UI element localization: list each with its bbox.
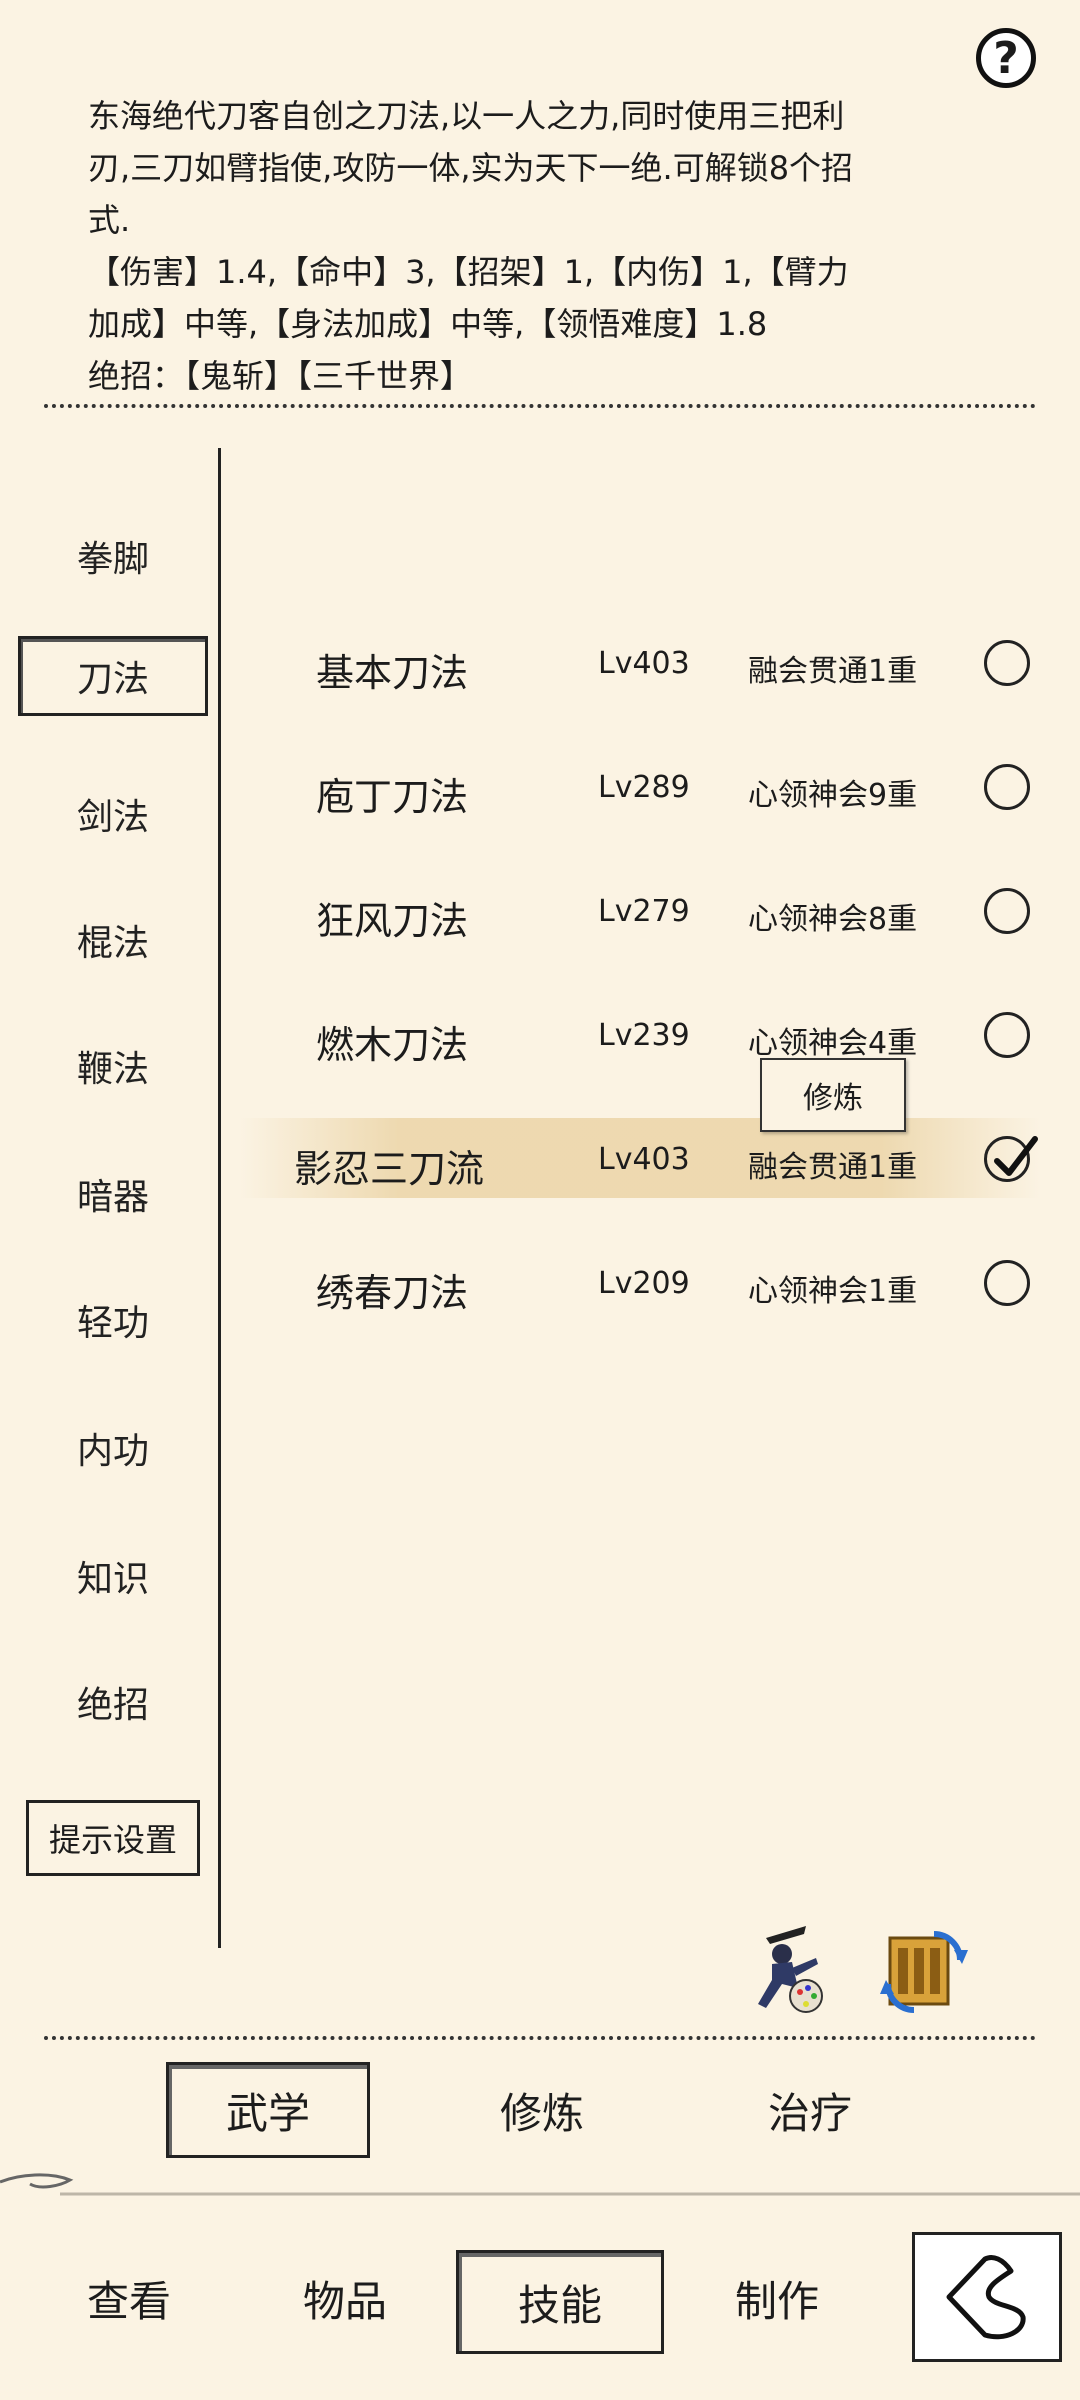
skill-radio[interactable] [984, 1260, 1030, 1306]
description-line: 东海绝代刀客自创之刀法,以一人之力,同时使用三把利 [88, 97, 845, 135]
nav-items[interactable]: 物品 [260, 2250, 430, 2346]
skill-realm: 心领神会8重 [748, 902, 918, 937]
divider-dotted-bottom [44, 2036, 1036, 2040]
category-sword[interactable]: 剑法 [18, 774, 208, 854]
category-lightness[interactable]: 轻功 [18, 1280, 208, 1360]
skill-radio[interactable] [984, 640, 1030, 686]
back-button[interactable] [912, 2232, 1062, 2362]
skill-realm: 融会贯通1重 [748, 1150, 918, 1185]
help-button[interactable]: ? [976, 28, 1036, 88]
checkmark-icon [994, 1136, 1038, 1176]
skill-row[interactable]: 狂风刀法 Lv279 心领神会8重 [240, 870, 1040, 950]
skill-level: Lv403 [598, 1142, 690, 1177]
skill-row[interactable]: 庖丁刀法 Lv289 心领神会9重 [240, 746, 1040, 826]
skill-level: Lv209 [598, 1266, 690, 1301]
skill-level: Lv239 [598, 1018, 690, 1053]
skill-radio-checked[interactable] [984, 1136, 1038, 1182]
skill-name: 影忍三刀流 [294, 1147, 485, 1191]
category-staff[interactable]: 棍法 [18, 900, 208, 980]
ninja-paint-icon[interactable] [736, 1918, 836, 2018]
category-hidden-weapon[interactable]: 暗器 [18, 1154, 208, 1234]
tab-heal[interactable]: 治疗 [708, 2062, 912, 2158]
skill-name: 基本刀法 [316, 651, 469, 695]
category-fist[interactable]: 拳脚 [18, 516, 208, 596]
practice-popup-button[interactable]: 修炼 [760, 1058, 906, 1132]
skill-realm: 心领神会4重 [748, 1026, 918, 1061]
nav-craft[interactable]: 制作 [692, 2250, 862, 2346]
skill-row[interactable]: 燃木刀法 Lv239 心领神会4重 [240, 994, 1040, 1074]
skill-realm: 心领神会9重 [748, 778, 918, 813]
skill-name: 绣春刀法 [316, 1271, 469, 1315]
category-knowledge[interactable]: 知识 [18, 1536, 208, 1616]
brush-divider [0, 2173, 1080, 2196]
skill-realm: 心领神会1重 [748, 1274, 918, 1309]
nav-view[interactable]: 查看 [44, 2250, 214, 2346]
tab-martial[interactable]: 武学 [166, 2062, 370, 2158]
back-arrow-icon [946, 2255, 1026, 2340]
category-ultimate[interactable]: 绝招 [18, 1662, 208, 1742]
skill-row-selected[interactable]: 影忍三刀流 Lv403 融会贯通1重 [240, 1118, 1040, 1198]
divider-dotted-top [44, 404, 1036, 408]
description-line: 式. [88, 201, 131, 239]
skill-row[interactable]: 绣春刀法 Lv209 心领神会1重 [240, 1242, 1040, 1322]
description-line: 刃,三刀如臂指使,攻防一体,实为天下一绝.可解锁8个招 [88, 149, 854, 187]
category-blade[interactable]: 刀法 [18, 636, 208, 716]
category-inner-skill[interactable]: 内功 [18, 1408, 208, 1488]
help-icon: ? [993, 32, 1019, 84]
skill-level: Lv289 [598, 770, 690, 805]
skill-row[interactable]: 基本刀法 Lv403 融会贯通1重 [240, 622, 1040, 702]
skill-radio[interactable] [984, 888, 1030, 934]
skill-realm: 融会贯通1重 [748, 654, 918, 689]
skill-name: 燃木刀法 [316, 1023, 469, 1067]
skill-description: 东海绝代刀客自创之刀法,以一人之力,同时使用三把利 刃,三刀如臂指使,攻防一体,… [88, 90, 988, 402]
category-whip[interactable]: 鞭法 [18, 1026, 208, 1106]
nav-skills[interactable]: 技能 [456, 2250, 664, 2354]
skill-radio[interactable] [984, 1012, 1030, 1058]
skill-name: 庖丁刀法 [316, 775, 469, 819]
sidebar-divider [218, 448, 221, 1948]
description-ultimates: 绝招：【鬼斩】【三千世界】 [88, 357, 473, 395]
scroll-swap-icon[interactable] [874, 1920, 974, 2020]
hint-settings-button[interactable]: 提示设置 [26, 1800, 200, 1876]
skill-name: 狂风刀法 [316, 899, 469, 943]
description-stats: 【伤害】1.4,【命中】3,【招架】1,【内伤】1,【臂力 [88, 253, 849, 291]
tab-practice[interactable]: 修炼 [440, 2062, 644, 2158]
description-stats: 加成】中等,【身法加成】中等,【领悟难度】1.8 [88, 305, 768, 343]
skill-level: Lv279 [598, 894, 690, 929]
skill-radio[interactable] [984, 764, 1030, 810]
skill-level: Lv403 [598, 646, 690, 681]
